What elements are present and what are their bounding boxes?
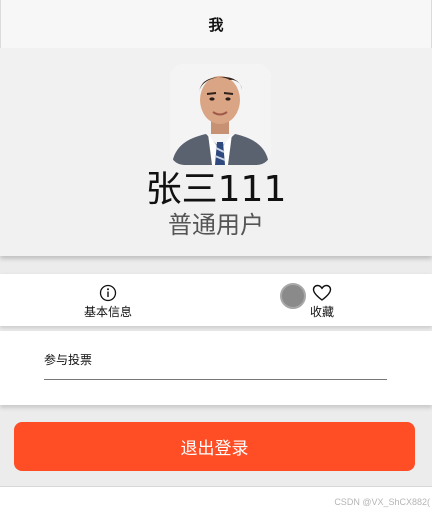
heart-icon [312,284,332,302]
avatar[interactable] [170,64,271,165]
vote-section[interactable]: 参与投票 [0,331,432,405]
info-icon [99,284,117,302]
logout-button[interactable]: 退出登录 [14,422,415,471]
avatar-photo-icon [170,64,271,165]
profile-card: 张三111 普通用户 [0,48,432,256]
navigation-bar: 我 [0,0,432,48]
menu-item-label: 收藏 [309,305,334,319]
profile-menu: 基本信息 收藏 [0,274,432,326]
floating-touch-indicator [280,283,306,309]
divider [44,379,387,380]
menu-item-basic-info[interactable]: 基本信息 [78,274,138,326]
watermark: CSDN @VX_ShCX882( [334,497,430,507]
menu-item-label: 基本信息 [83,305,132,319]
user-role: 普通用户 [168,211,264,239]
user-name: 张三111 [145,169,287,210]
page-title: 我 [208,15,224,34]
vote-label: 参与投票 [44,353,93,367]
